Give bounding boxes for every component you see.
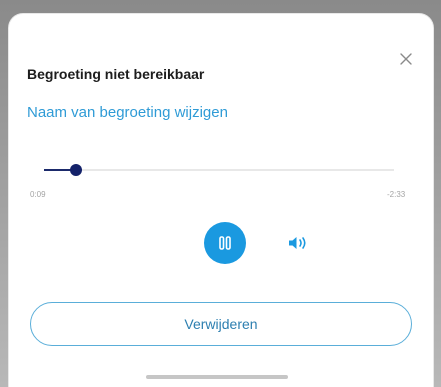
elapsed-time: 0:09 xyxy=(30,190,46,199)
home-indicator xyxy=(146,375,288,379)
rename-greeting-link[interactable]: Naam van begroeting wijzigen xyxy=(27,104,228,121)
playback-slider-thumb[interactable] xyxy=(69,164,82,176)
pause-button[interactable] xyxy=(204,222,246,264)
delete-button[interactable]: Verwijderen xyxy=(30,302,412,346)
speaker-icon xyxy=(289,237,306,249)
speaker-button[interactable] xyxy=(286,232,310,254)
playback-slider[interactable] xyxy=(44,164,394,176)
dialog-title: Begroeting niet bereikbaar xyxy=(27,66,205,82)
close-button[interactable] xyxy=(393,46,419,72)
close-icon xyxy=(400,53,412,65)
screen-background: Begroeting niet bereikbaar Naam van begr… xyxy=(0,0,441,387)
pause-icon xyxy=(219,236,231,250)
remaining-time: -2:33 xyxy=(387,190,406,199)
